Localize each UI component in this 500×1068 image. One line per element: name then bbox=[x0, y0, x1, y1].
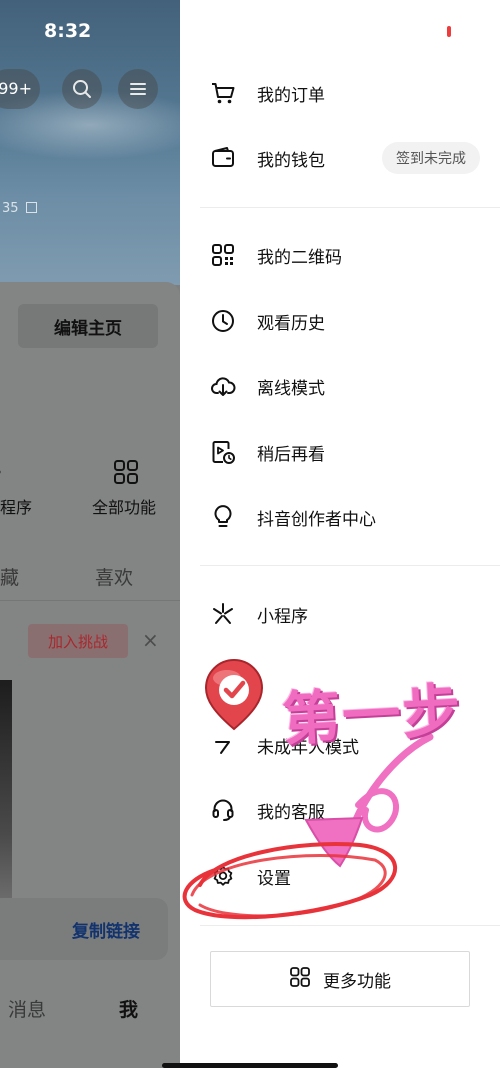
status-time: 8:32 bbox=[44, 20, 92, 42]
menu-item-offline-mode[interactable]: 离线模式 bbox=[180, 358, 500, 414]
divider bbox=[0, 600, 180, 601]
qr-small-icon bbox=[25, 202, 37, 213]
edit-profile-button[interactable]: 编辑主页 bbox=[18, 304, 158, 348]
menu-label: 抖音创作者中心 bbox=[257, 509, 376, 530]
section-divider bbox=[200, 925, 500, 926]
search-icon bbox=[73, 80, 91, 98]
menu-item-orders[interactable]: 我的订单 bbox=[180, 65, 500, 121]
minor-mode-icon bbox=[210, 732, 236, 758]
section-divider bbox=[200, 565, 500, 566]
lightbulb-icon bbox=[210, 504, 236, 530]
menu-label: 我的二维码 bbox=[257, 247, 342, 268]
home-indicator bbox=[162, 1063, 338, 1068]
menu-item-watch-history[interactable]: 观看历史 bbox=[180, 293, 500, 349]
function-label: 程序 bbox=[0, 498, 33, 517]
notification-badge[interactable]: 99+ bbox=[0, 69, 40, 109]
more-functions-button[interactable]: 更多功能 bbox=[210, 951, 470, 1007]
menu-item-customer-service[interactable]: 我的客服 bbox=[180, 782, 500, 838]
menu-icon bbox=[130, 83, 146, 95]
profile-banner bbox=[0, 0, 180, 285]
tab-likes[interactable]: 喜欢 bbox=[95, 563, 133, 590]
menu-label: 我的钱包 bbox=[257, 150, 325, 171]
step-one-label: 第一步 bbox=[280, 676, 464, 754]
menu-label: 设置 bbox=[257, 868, 291, 889]
checkin-status-badge[interactable]: 签到未完成 bbox=[382, 142, 480, 174]
cloud-download-icon bbox=[210, 373, 236, 399]
menu-label: 我的订单 bbox=[257, 85, 325, 106]
watch-later-icon bbox=[210, 439, 236, 465]
clock-icon bbox=[210, 308, 236, 334]
video-thumbnail[interactable] bbox=[0, 680, 12, 900]
function-label: 全部功能 bbox=[92, 498, 157, 517]
qr-code-icon bbox=[210, 242, 236, 268]
menu-item-qr-code[interactable]: 我的二维码 bbox=[180, 227, 500, 283]
side-drawer: 我的订单 我的钱包 签到未完成 我的二维码 观看历史 离线模式 稍后再看 抖音创… bbox=[180, 0, 500, 1068]
copy-link-button[interactable]: 复制链接 bbox=[72, 917, 140, 942]
background-profile-page: 8:32 99+ 35 编辑主页 程序 全部功能 藏 喜欢 加入挑战 × 复制链… bbox=[0, 0, 180, 1068]
nav-messages[interactable]: 消息 bbox=[8, 995, 46, 1022]
menu-item-settings[interactable]: 设置 bbox=[180, 848, 500, 904]
cart-icon bbox=[210, 80, 236, 106]
account-id: 35 bbox=[2, 201, 37, 216]
grid-icon bbox=[114, 460, 138, 484]
menu-item-mini-programs[interactable]: 小程序 bbox=[180, 586, 500, 642]
headset-icon bbox=[210, 797, 236, 823]
search-button[interactable] bbox=[62, 69, 102, 109]
section-divider bbox=[200, 207, 500, 208]
mini-program-icon bbox=[210, 601, 236, 627]
close-icon[interactable]: × bbox=[142, 628, 159, 652]
menu-item-wallet[interactable]: 我的钱包 签到未完成 bbox=[180, 130, 500, 186]
mini-program-icon bbox=[0, 470, 1, 474]
menu-label: 小程序 bbox=[257, 606, 308, 627]
grid-icon bbox=[289, 966, 311, 992]
menu-label: 稍后再看 bbox=[257, 444, 325, 465]
menu-label: 离线模式 bbox=[257, 378, 325, 399]
notification-dot bbox=[447, 26, 451, 37]
menu-button[interactable] bbox=[118, 69, 158, 109]
menu-label: 观看历史 bbox=[257, 313, 325, 334]
tab-favorites[interactable]: 藏 bbox=[0, 563, 19, 590]
menu-item-creator-center[interactable]: 抖音创作者中心 bbox=[180, 489, 500, 545]
menu-item-watch-later[interactable]: 稍后再看 bbox=[180, 424, 500, 480]
more-functions-label: 更多功能 bbox=[323, 971, 391, 992]
menu-label: 我的客服 bbox=[257, 802, 325, 823]
nav-me[interactable]: 我 bbox=[119, 995, 138, 1022]
join-challenge-button[interactable]: 加入挑战 bbox=[28, 624, 128, 658]
wallet-icon bbox=[210, 145, 236, 171]
gear-icon bbox=[210, 863, 236, 889]
account-id-fragment: 35 bbox=[2, 201, 19, 216]
